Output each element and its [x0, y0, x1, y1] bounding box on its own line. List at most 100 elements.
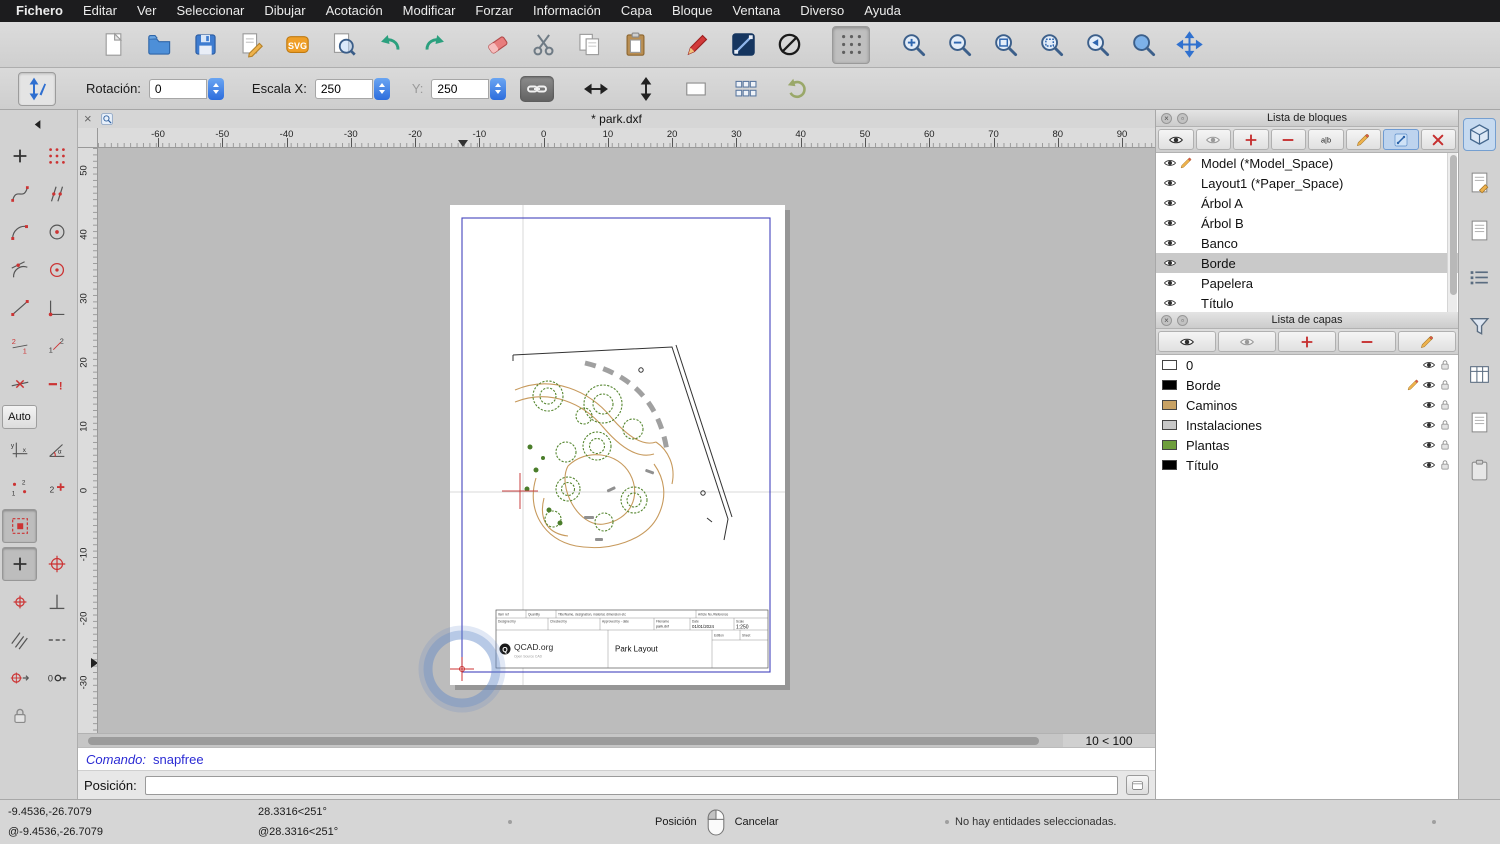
snap-endpoint-button[interactable]: [2, 215, 37, 249]
property-editor-button[interactable]: [1463, 118, 1496, 151]
snap-free-button[interactable]: [2, 177, 37, 211]
block-visible-eye-icon[interactable]: [1162, 296, 1178, 310]
block-row[interactable]: Título: [1156, 293, 1458, 312]
layer-visible-eye-icon[interactable]: [1421, 398, 1437, 412]
menu-dibujar[interactable]: Dibujar: [254, 0, 315, 22]
snap-xy-button[interactable]: yx: [2, 433, 37, 467]
paste-button[interactable]: [616, 26, 654, 64]
block-list-scrollbar-thumb[interactable]: [1449, 155, 1457, 295]
set-relative-zero-button[interactable]: [2, 661, 37, 695]
layer-row[interactable]: Plantas: [1156, 435, 1458, 455]
horizontal-scrollbar[interactable]: [78, 734, 1063, 747]
snap-hatch-button[interactable]: [2, 623, 37, 657]
zoom-previous-button[interactable]: [1078, 26, 1116, 64]
scale-y-stepper[interactable]: [490, 77, 507, 100]
float-panel-icon[interactable]: ▫: [1177, 314, 1188, 326]
snap-distance-button[interactable]: 12: [2, 471, 37, 505]
restrict-horizontal-button[interactable]: [39, 547, 74, 581]
layer-row[interactable]: 0: [1156, 355, 1458, 375]
position-input[interactable]: [144, 775, 1118, 795]
block-visible-eye-icon[interactable]: [1162, 256, 1178, 270]
layer-lock-icon[interactable]: [1437, 438, 1453, 452]
rename-block-button[interactable]: a|b: [1308, 129, 1344, 150]
restrict-off-button[interactable]: [2, 509, 37, 543]
block-row[interactable]: Papelera: [1156, 273, 1458, 293]
flip-vertical-button[interactable]: [628, 71, 664, 107]
block-row[interactable]: Model (*Model_Space): [1156, 153, 1458, 173]
menu-ayuda[interactable]: Ayuda: [854, 0, 911, 22]
selection-filter-button[interactable]: [1463, 310, 1496, 343]
layer-visible-eye-icon[interactable]: [1421, 458, 1437, 472]
menu-seleccionar[interactable]: Seleccionar: [166, 0, 254, 22]
snap-ratio-12-button[interactable]: 12: [39, 329, 74, 363]
block-visible-eye-icon[interactable]: [1162, 216, 1178, 230]
block-row[interactable]: Árbol A: [1156, 193, 1458, 213]
undo-button[interactable]: [370, 26, 408, 64]
new-button[interactable]: [94, 26, 132, 64]
add-layer-button[interactable]: [1278, 331, 1336, 352]
views-panel-button[interactable]: [1463, 406, 1496, 439]
command-line[interactable]: Comando: snapfree: [78, 747, 1155, 770]
menu-acotación[interactable]: Acotación: [316, 0, 393, 22]
close-panel-icon[interactable]: ×: [1161, 112, 1172, 124]
auto-zoom-button[interactable]: [986, 26, 1024, 64]
menu-capa[interactable]: Capa: [611, 0, 662, 22]
horizontal-scrollbar-thumb[interactable]: [88, 737, 1039, 745]
snap-perpendicular-button[interactable]: [39, 585, 74, 619]
remove-block-button[interactable]: [1270, 129, 1306, 150]
line-tool-button[interactable]: [724, 26, 762, 64]
drawing-viewport[interactable]: Item ref Quantity Title/Name, designatio…: [98, 148, 1155, 733]
snap-tangent-button[interactable]: [2, 253, 37, 287]
layer-visible-eye-icon[interactable]: [1421, 378, 1437, 392]
snap-angle-button[interactable]: α: [39, 433, 74, 467]
rotation-stepper[interactable]: [207, 77, 224, 100]
edit-block-in-place-button[interactable]: [1383, 129, 1419, 150]
block-list-panel-button[interactable]: [1463, 214, 1496, 247]
block-row[interactable]: Borde: [1156, 253, 1458, 273]
snap-intersection-manual-button[interactable]: !: [39, 367, 74, 401]
pan-button[interactable]: [1170, 26, 1208, 64]
block-visible-eye-icon[interactable]: [1162, 176, 1178, 190]
snap-entity-end-button[interactable]: [2, 291, 37, 325]
add-block-button[interactable]: [1233, 129, 1269, 150]
cut-button[interactable]: [524, 26, 562, 64]
save-button[interactable]: [186, 26, 224, 64]
block-visible-eye-icon[interactable]: [1162, 236, 1178, 250]
menu-diverso[interactable]: Diverso: [790, 0, 854, 22]
open-button[interactable]: [140, 26, 178, 64]
snap-reference-button[interactable]: [39, 253, 74, 287]
menu-editar[interactable]: Editar: [73, 0, 127, 22]
menu-ventana[interactable]: Ventana: [722, 0, 790, 22]
menu-ver[interactable]: Ver: [127, 0, 167, 22]
layer-row[interactable]: Borde: [1156, 375, 1458, 395]
block-visible-eye-icon[interactable]: [1162, 276, 1178, 290]
copy-button[interactable]: [570, 26, 608, 64]
reset-tool-button[interactable]: [2, 139, 37, 173]
layer-lock-icon[interactable]: [1437, 378, 1453, 392]
hide-all-layers-button[interactable]: [1218, 331, 1276, 352]
edit-block-button[interactable]: [1345, 129, 1381, 150]
layer-list-panel-button[interactable]: [1463, 262, 1496, 295]
remove-layer-button[interactable]: [1338, 331, 1396, 352]
block-visible-eye-icon[interactable]: [1162, 196, 1178, 210]
layer-row[interactable]: Instalaciones: [1156, 415, 1458, 435]
redo-button[interactable]: [416, 26, 454, 64]
menu-información[interactable]: Información: [523, 0, 611, 22]
layer-lock-icon[interactable]: [1437, 418, 1453, 432]
show-all-layers-button[interactable]: [1158, 331, 1216, 352]
relative-zero-key-button[interactable]: 0: [39, 661, 74, 695]
snap-distance-manual-button[interactable]: 2: [39, 471, 74, 505]
scale-x-input[interactable]: [314, 78, 373, 99]
command-history-button[interactable]: [1463, 358, 1496, 391]
layer-visible-eye-icon[interactable]: [1421, 358, 1437, 372]
layer-lock-icon[interactable]: [1437, 398, 1453, 412]
rotation-input[interactable]: [148, 78, 207, 99]
menu-forzar[interactable]: Forzar: [465, 0, 523, 22]
layer-visible-eye-icon[interactable]: [1421, 438, 1437, 452]
clipboard-panel-button[interactable]: [1463, 454, 1496, 487]
grid-toggle-button[interactable]: [832, 25, 870, 64]
restrict-vertical-button[interactable]: [2, 585, 37, 619]
snap-center-button[interactable]: [39, 215, 74, 249]
zoom-out-button[interactable]: [940, 26, 978, 64]
layer-visible-eye-icon[interactable]: [1421, 418, 1437, 432]
